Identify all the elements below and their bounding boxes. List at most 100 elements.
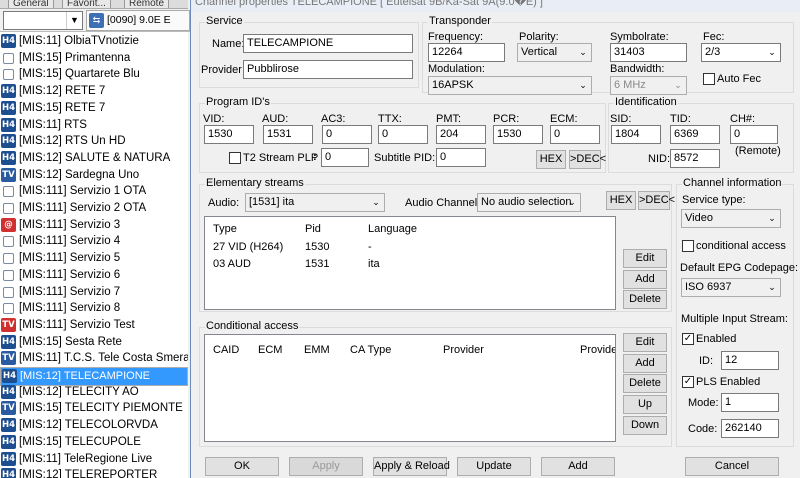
name-field[interactable]: TELECAMPIONE xyxy=(243,34,413,53)
epg-codepage-select[interactable]: ISO 6937 ⌄ xyxy=(681,278,781,297)
ttx-field[interactable]: 0 xyxy=(378,125,428,144)
column-header-language[interactable]: Language xyxy=(368,223,417,235)
pcr-field[interactable]: 1530 xyxy=(493,125,543,144)
tab-general[interactable]: General xyxy=(8,0,54,8)
channel-list-item[interactable]: H4 [MIS:12] SALUTE & NATURA xyxy=(0,150,188,167)
channel-list-item[interactable]: @ [MIS:111] Servizio 3 xyxy=(0,217,188,234)
channel-list-item[interactable]: [MIS:111] Servizio 8 xyxy=(0,300,188,317)
hex-button[interactable]: HEX xyxy=(536,150,566,169)
column-header-pid[interactable]: Pid xyxy=(305,223,321,235)
nid-field[interactable]: 8572 xyxy=(670,149,720,168)
ecm-field[interactable]: 0 xyxy=(550,125,600,144)
column-header-provider-2[interactable]: Provider xyxy=(580,344,615,356)
subtitle-pid-field[interactable]: 0 xyxy=(436,148,486,167)
es-edit-button[interactable]: Edit xyxy=(623,249,667,268)
es-dec-button[interactable]: >DEC< xyxy=(638,191,675,210)
add-button[interactable]: Add xyxy=(541,457,615,476)
tab-remote[interactable]: Remote xyxy=(124,0,170,8)
tab-favorites[interactable]: Favorit... xyxy=(62,0,111,8)
channel-list-item[interactable]: [MIS:111] Servizio 1 OTA xyxy=(0,183,188,200)
transponder-button[interactable]: ⇆ [0090] 9.0E E xyxy=(86,10,190,31)
channel-list-item[interactable]: H4 [MIS:15] TELECUPOLE xyxy=(0,434,188,451)
sid-field[interactable]: 1804 xyxy=(611,125,661,144)
es-delete-button[interactable]: Delete xyxy=(623,290,667,309)
audio-select[interactable]: [1531] ita ⌄ xyxy=(245,193,385,212)
modulation-select[interactable]: 16APSK ⌄ xyxy=(428,76,592,95)
cancel-button[interactable]: Cancel xyxy=(685,457,779,476)
channel-list-item[interactable]: H4 [MIS:12] RTS Un HD xyxy=(0,133,188,150)
fec-select[interactable]: 2/3 ⌄ xyxy=(701,43,781,62)
mis-id-field[interactable]: 12 xyxy=(721,351,779,370)
tid-field[interactable]: 6369 xyxy=(670,125,720,144)
channel-list-item[interactable]: [MIS:111] Servizio 6 xyxy=(0,267,188,284)
chevron-down-icon[interactable]: ▼ xyxy=(66,12,82,29)
auto-fec-checkbox[interactable] xyxy=(703,73,715,85)
channel-list-item[interactable]: [MIS:111] Servizio 4 xyxy=(0,233,188,250)
channel-list-item[interactable]: H4 [MIS:11] TeleRegione Live xyxy=(0,451,188,468)
apply-button[interactable]: Apply xyxy=(289,457,363,476)
provider-field[interactable]: Pubblirose xyxy=(243,60,413,79)
ch-label: CH#: xyxy=(730,113,756,125)
channel-list-item[interactable]: H4 [MIS:12] TELECITY AO xyxy=(0,384,188,401)
channel-list-item[interactable]: TV [MIS:11] T.C.S. Tele Costa Smeralda xyxy=(0,350,188,367)
filter-combo[interactable]: ▼ xyxy=(3,11,83,30)
channel-name: [MIS:111] Servizio 7 xyxy=(19,285,121,298)
polarity-select[interactable]: Vertical ⌄ xyxy=(517,43,592,62)
column-header-provider[interactable]: Provider xyxy=(443,344,484,356)
ac3-field[interactable]: 0 xyxy=(322,125,372,144)
t2-plp-field[interactable]: 0 xyxy=(321,148,369,167)
channel-list-item[interactable]: H4 [MIS:12] TELEREPORTER xyxy=(0,467,188,478)
column-header-emm[interactable]: EMM xyxy=(304,344,330,356)
channel-list-item[interactable]: [MIS:15] Quartarete Blu xyxy=(0,66,188,83)
pls-mode-field[interactable]: 1 xyxy=(721,393,779,412)
ca-down-button[interactable]: Down xyxy=(623,416,667,435)
mis-enabled-checkbox[interactable]: ✓ xyxy=(682,333,694,345)
channel-list-item[interactable]: [MIS:15] Primantenna xyxy=(0,50,188,67)
ca-delete-button[interactable]: Delete xyxy=(623,374,667,393)
ch-field[interactable]: 0 xyxy=(730,125,778,144)
channel-list-item[interactable]: TV [MIS:12] Sardegna Uno xyxy=(0,167,188,184)
bandwidth-select[interactable]: 6 MHz ⌄ xyxy=(610,76,687,95)
pls-code-field[interactable]: 262140 xyxy=(721,419,779,438)
channel-name: [MIS:111] Servizio 2 OTA xyxy=(19,202,147,214)
column-header-caid[interactable]: CAID xyxy=(213,344,239,356)
conditional-access-checkbox[interactable] xyxy=(682,240,694,252)
channel-list-item[interactable]: H4 [MIS:11] RTS xyxy=(0,117,188,134)
dec-button[interactable]: >DEC< xyxy=(569,150,606,169)
ok-button[interactable]: OK xyxy=(205,457,279,476)
update-button[interactable]: Update xyxy=(457,457,531,476)
channel-list-item[interactable]: H4 [MIS:12] TELECOLORVDA xyxy=(0,417,188,434)
channel-list-item[interactable]: H4 [MIS:15] Sesta Rete xyxy=(0,334,188,351)
elementary-streams-list[interactable]: Type Pid Language 27 VID (H264) 1530 - 0… xyxy=(204,216,616,310)
es-hex-button[interactable]: HEX xyxy=(606,191,636,210)
column-header-ecm[interactable]: ECM xyxy=(258,344,282,356)
pls-enabled-checkbox[interactable]: ✓ xyxy=(682,376,694,388)
chevron-down-icon: ⌄ xyxy=(768,282,776,292)
ca-up-button[interactable]: Up xyxy=(623,395,667,414)
channel-list-item[interactable]: H4 [MIS:11] OlbiaTVnotizie xyxy=(0,33,188,50)
column-header-type[interactable]: Type xyxy=(213,223,237,235)
channel-list-item[interactable]: H4 [MIS:15] RETE 7 xyxy=(0,100,188,117)
pmt-field[interactable]: 204 xyxy=(436,125,486,144)
vid-field[interactable]: 1530 xyxy=(204,125,254,144)
channel-list-item[interactable]: TV [MIS:111] Servizio Test xyxy=(0,317,188,334)
fec-label: Fec: xyxy=(703,31,725,43)
channel-list-item[interactable]: TV [MIS:15] TELECITY PIEMONTE xyxy=(0,400,188,417)
channel-list-item[interactable]: [MIS:111] Servizio 2 OTA xyxy=(0,200,188,217)
ca-edit-button[interactable]: Edit xyxy=(623,333,667,352)
apply-reload-button[interactable]: Apply & Reload xyxy=(373,457,450,476)
aud-field[interactable]: 1531 xyxy=(263,125,313,144)
es-add-button[interactable]: Add xyxy=(623,270,667,289)
column-header-ca-type[interactable]: CA Type xyxy=(350,344,391,356)
conditional-access-list[interactable]: CAID ECM EMM CA Type Provider Provider xyxy=(204,334,616,442)
channel-list-item[interactable]: [MIS:111] Servizio 7 xyxy=(0,284,188,301)
symbolrate-field[interactable]: 31403 xyxy=(610,43,687,62)
t2-stream-plp-checkbox[interactable] xyxy=(229,152,241,164)
audio-channel-select[interactable]: No audio selection ⌄ xyxy=(477,193,581,212)
ca-add-button[interactable]: Add xyxy=(623,354,667,373)
service-type-select[interactable]: Video ⌄ xyxy=(681,209,781,228)
channel-list-item[interactable]: [MIS:111] Servizio 5 xyxy=(0,250,188,267)
channel-list[interactable]: H4 [MIS:11] OlbiaTVnotizie [MIS:15] Priman… xyxy=(0,32,188,478)
channel-list-item[interactable]: H4 [MIS:12] RETE 7 xyxy=(0,83,188,100)
frequency-field[interactable]: 12264 xyxy=(428,43,505,62)
